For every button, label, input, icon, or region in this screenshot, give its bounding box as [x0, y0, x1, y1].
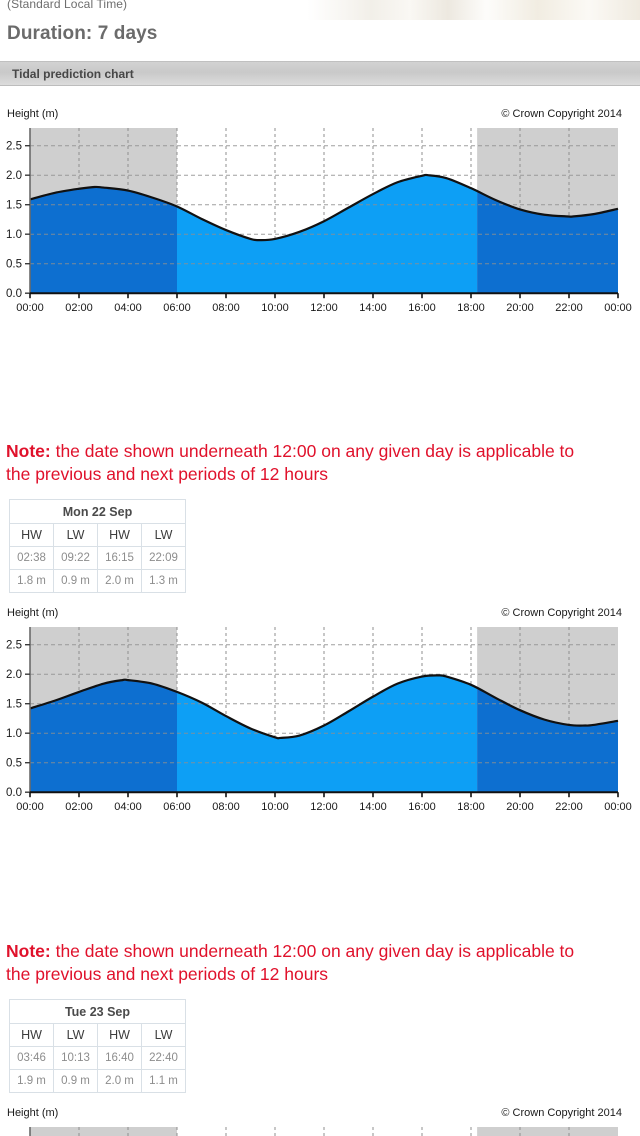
tide-col-0-2: HW: [97, 523, 142, 547]
standard-local-time-label: (Standard Local Time): [7, 0, 128, 11]
svg-text:10:00: 10:00: [261, 801, 289, 811]
svg-text:04:00: 04:00: [114, 302, 142, 312]
copyright-notice-2: © Crown Copyright 2014: [501, 1107, 622, 1119]
note-text-1: Note: the date shown underneath 12:00 on…: [6, 940, 640, 986]
svg-text:2.0: 2.0: [6, 669, 22, 681]
table-row: 02:38 09:22 16:15 22:09: [9, 546, 186, 570]
table-row: Tue 23 Sep: [9, 999, 186, 1024]
tide-time-1-0: 03:46: [9, 1046, 54, 1070]
note-label-0: Note:: [6, 441, 51, 461]
svg-text:22:00: 22:00: [555, 302, 583, 312]
tide-height-0-3: 1.3 m: [141, 569, 186, 593]
y-axis-title-0: Height (m): [7, 108, 59, 120]
tide-height-0-2: 2.0 m: [97, 569, 142, 593]
y-axis-title-2: Height (m): [7, 1107, 59, 1119]
svg-text:00:00: 00:00: [16, 302, 44, 312]
svg-text:02:00: 02:00: [65, 801, 93, 811]
tide-col-0-3: LW: [141, 523, 186, 547]
tidal-chart-0: 0.0 0.5 1.0 1.5 2.0 2.5 00:00 02:00 04:00 06:00 08…: [6, 128, 632, 312]
table-row: HW LW HW LW: [9, 1023, 186, 1047]
tide-col-1-2: HW: [97, 1023, 142, 1047]
tide-height-1-1: 0.9 m: [53, 1069, 98, 1093]
svg-text:14:00: 14:00: [359, 302, 387, 312]
svg-text:04:00: 04:00: [114, 801, 142, 811]
note-line1-0: the date shown underneath 12:00 on any g…: [50, 441, 575, 461]
y-axis-title-1: Height (m): [7, 607, 59, 619]
tide-time-0-1: 09:22: [53, 546, 98, 570]
svg-text:20:00: 20:00: [506, 302, 534, 312]
svg-text:14:00: 14:00: [359, 801, 387, 811]
svg-text:00:00: 00:00: [16, 801, 44, 811]
svg-text:08:00: 08:00: [212, 801, 240, 811]
table-row: Mon 22 Sep: [9, 499, 186, 524]
note-line2-0: the previous and next periods of 12 hour…: [6, 464, 329, 484]
table-row: 1.8 m 0.9 m 2.0 m 1.3 m: [9, 569, 186, 593]
tide-time-0-0: 02:38: [9, 546, 54, 570]
tide-col-0-1: LW: [53, 523, 98, 547]
tide-table-tue-23-sep: Tue 23 Sep HW LW HW LW 03:46 10:13 16:40…: [9, 999, 186, 1093]
tide-col-1-0: HW: [9, 1023, 54, 1047]
table-row: HW LW HW LW: [9, 523, 186, 547]
tide-time-1-1: 10:13: [53, 1046, 98, 1070]
table-row: 1.9 m 0.9 m 2.0 m 1.1 m: [9, 1069, 186, 1093]
svg-text:1.5: 1.5: [6, 699, 22, 711]
svg-text:2.0: 2.0: [6, 170, 22, 182]
svg-text:22:00: 22:00: [555, 801, 583, 811]
svg-text:0.0: 0.0: [6, 288, 22, 300]
tide-height-1-0: 1.9 m: [9, 1069, 54, 1093]
copyright-notice-0: © Crown Copyright 2014: [501, 108, 622, 120]
svg-text:00:00: 00:00: [604, 302, 632, 312]
tide-height-1-3: 1.1 m: [141, 1069, 186, 1093]
tide-time-0-2: 16:15: [97, 546, 142, 570]
section-header-label: Tidal prediction chart: [12, 67, 134, 81]
svg-text:0.0: 0.0: [6, 787, 22, 799]
svg-text:1.0: 1.0: [6, 229, 22, 241]
tidal-chart-2: 0.00.51.01.52.02.500:0002:0004:0006:0008…: [29, 1127, 618, 1136]
tide-time-1-2: 16:40: [97, 1046, 142, 1070]
note-text-0: Note: the date shown underneath 12:00 on…: [6, 440, 640, 486]
svg-text:16:00: 16:00: [408, 801, 436, 811]
svg-text:1.0: 1.0: [6, 728, 22, 740]
note-line1-1: the date shown underneath 12:00 on any g…: [50, 941, 575, 961]
tidal-chart-1: 0.0 0.5 1.0 1.5 2.0 2.5 00:00 02:00 04:00 06:00 08…: [6, 627, 632, 811]
svg-text:1.5: 1.5: [6, 200, 22, 212]
svg-text:06:00: 06:00: [163, 801, 191, 811]
tide-table-day-header-1: Tue 23 Sep: [9, 999, 186, 1024]
table-row: 03:46 10:13 16:40 22:40: [9, 1046, 186, 1070]
svg-text:2.5: 2.5: [6, 640, 22, 652]
svg-text:0.5: 0.5: [6, 758, 22, 770]
tide-height-0-0: 1.8 m: [9, 569, 54, 593]
tide-time-0-3: 22:09: [141, 546, 186, 570]
svg-text:10:00: 10:00: [261, 302, 289, 312]
copyright-notice-1: © Crown Copyright 2014: [501, 607, 622, 619]
svg-text:16:00: 16:00: [408, 302, 436, 312]
svg-text:20:00: 20:00: [506, 801, 534, 811]
svg-text:08:00: 08:00: [212, 302, 240, 312]
tide-col-0-0: HW: [9, 523, 54, 547]
svg-text:18:00: 18:00: [457, 302, 485, 312]
note-label-1: Note:: [6, 941, 51, 961]
svg-text:2.5: 2.5: [6, 141, 22, 153]
svg-text:18:00: 18:00: [457, 801, 485, 811]
tide-table-mon-22-sep: Mon 22 Sep HW LW HW LW 02:38 09:22 16:15…: [9, 499, 186, 593]
section-header-bar: Tidal prediction chart: [0, 61, 640, 86]
tide-col-1-3: LW: [141, 1023, 186, 1047]
tidal-prediction-page: (Standard Local Time) Duration: 7 days T…: [0, 0, 640, 1136]
svg-text:02:00: 02:00: [65, 302, 93, 312]
svg-text:12:00: 12:00: [310, 302, 338, 312]
tide-table-day-header-0: Mon 22 Sep: [9, 499, 186, 524]
svg-text:12:00: 12:00: [310, 801, 338, 811]
svg-text:06:00: 06:00: [163, 302, 191, 312]
svg-text:00:00: 00:00: [604, 801, 632, 811]
tide-time-1-3: 22:40: [141, 1046, 186, 1070]
tide-height-0-1: 0.9 m: [53, 569, 98, 593]
page-title: Duration: 7 days: [7, 23, 158, 44]
svg-text:0.5: 0.5: [6, 259, 22, 271]
tide-height-1-2: 2.0 m: [97, 1069, 142, 1093]
note-line2-1: the previous and next periods of 12 hour…: [6, 964, 329, 984]
tide-col-1-1: LW: [53, 1023, 98, 1047]
